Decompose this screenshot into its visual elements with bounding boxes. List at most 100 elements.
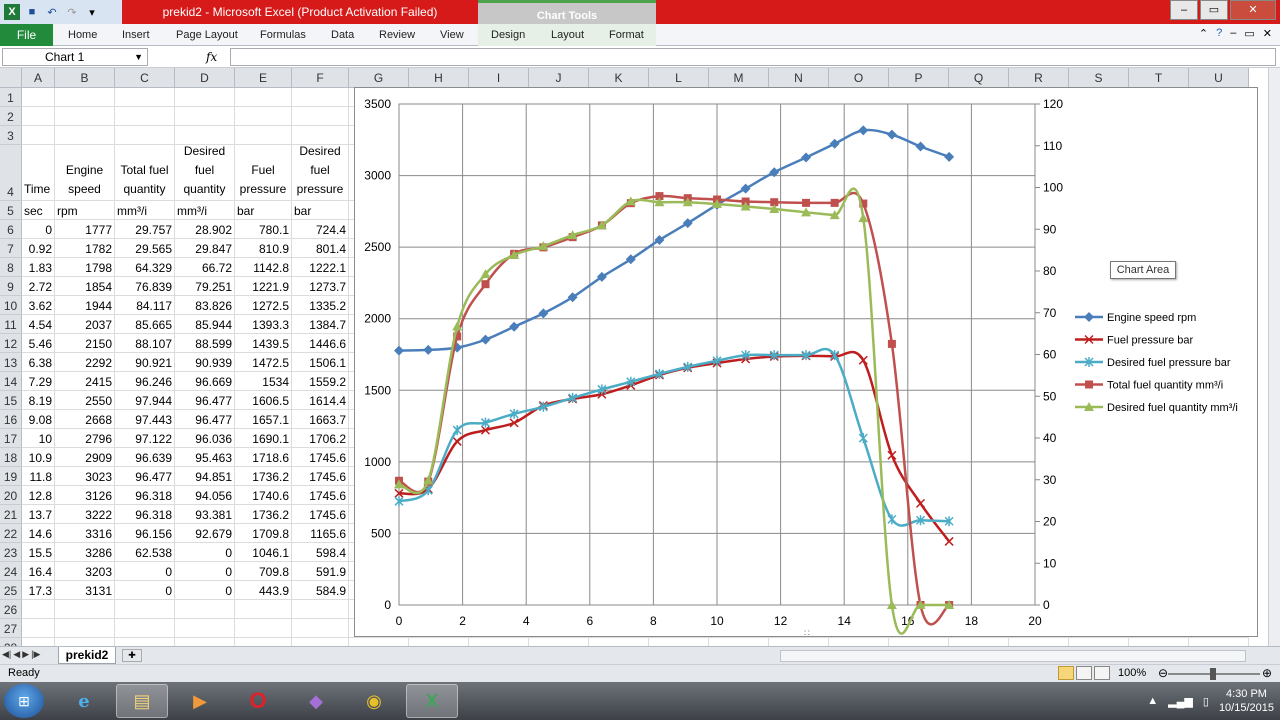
row-header-18[interactable]: 18 (0, 448, 22, 467)
cell-e12[interactable]: 1439.5 (235, 334, 292, 353)
cell-e23[interactable]: 1046.1 (235, 543, 292, 562)
page-break-view-button[interactable] (1094, 666, 1110, 680)
cell-d27[interactable] (175, 619, 235, 638)
chevron-down-icon[interactable]: ▼ (134, 49, 143, 65)
column-header-g[interactable]: G (349, 68, 409, 88)
cell-e2[interactable] (235, 107, 292, 126)
cell-f22[interactable]: 1165.6 (292, 524, 349, 543)
cell-a27[interactable] (22, 619, 55, 638)
cell-e15[interactable]: 1606.5 (235, 391, 292, 410)
cell-f19[interactable]: 1745.6 (292, 467, 349, 486)
cell-c7[interactable]: 29.565 (115, 239, 175, 258)
opera-icon[interactable]: O (232, 684, 284, 718)
column-header-l[interactable]: L (649, 68, 709, 88)
cell-c4[interactable]: Total fuel quantity (115, 145, 175, 201)
cell-f15[interactable]: 1614.4 (292, 391, 349, 410)
cell-c17[interactable]: 97.122 (115, 429, 175, 448)
column-header-n[interactable]: N (769, 68, 829, 88)
cell-f20[interactable]: 1745.6 (292, 486, 349, 505)
normal-view-button[interactable] (1058, 666, 1074, 680)
cell-b25[interactable]: 3131 (55, 581, 115, 600)
zoom-level[interactable]: 100% (1118, 667, 1146, 679)
name-box[interactable]: Chart 1 ▼ (2, 48, 148, 66)
cell-c13[interactable]: 90.921 (115, 353, 175, 372)
cell-e14[interactable]: 1534 (235, 372, 292, 391)
prev-sheet-icon[interactable]: ◀ (13, 649, 20, 660)
cell-e4[interactable]: Fuel pressure (235, 145, 292, 201)
cell-c2[interactable] (115, 107, 175, 126)
cell-a3[interactable] (22, 126, 55, 145)
cell-c19[interactable]: 96.477 (115, 467, 175, 486)
cell-e10[interactable]: 1272.5 (235, 296, 292, 315)
column-header-a[interactable]: A (22, 68, 55, 88)
cell-d18[interactable]: 95.463 (175, 448, 235, 467)
cell-d15[interactable]: 96.477 (175, 391, 235, 410)
cell-a5[interactable]: sec (22, 201, 55, 220)
column-header-s[interactable]: S (1069, 68, 1129, 88)
cell-c11[interactable]: 85.665 (115, 315, 175, 334)
horizontal-scrollbar[interactable] (780, 650, 1246, 662)
row-header-16[interactable]: 16 (0, 410, 22, 429)
cell-b16[interactable]: 2668 (55, 410, 115, 429)
cell-a13[interactable]: 6.38 (22, 353, 55, 372)
cell-b1[interactable] (55, 88, 115, 107)
cell-s28[interactable] (1069, 638, 1129, 646)
cell-a28[interactable] (22, 638, 55, 646)
network-icon[interactable]: ▂▄▆ (1168, 695, 1193, 708)
cell-f24[interactable]: 591.9 (292, 562, 349, 581)
cell-d5[interactable]: mm³/i (175, 201, 235, 220)
cell-d8[interactable]: 66.72 (175, 258, 235, 277)
cell-d12[interactable]: 88.599 (175, 334, 235, 353)
cell-f27[interactable] (292, 619, 349, 638)
cell-f8[interactable]: 1222.1 (292, 258, 349, 277)
excel-taskbar-icon[interactable]: X (406, 684, 458, 718)
row-header-13[interactable]: 13 (0, 353, 22, 372)
cell-o28[interactable] (829, 638, 889, 646)
cell-e27[interactable] (235, 619, 292, 638)
cell-b12[interactable]: 2150 (55, 334, 115, 353)
cell-d14[interactable]: 96.669 (175, 372, 235, 391)
cell-g28[interactable] (349, 638, 409, 646)
cell-f17[interactable]: 1706.2 (292, 429, 349, 448)
cell-e9[interactable]: 1221.9 (235, 277, 292, 296)
row-header-9[interactable]: 9 (0, 277, 22, 296)
cell-d1[interactable] (175, 88, 235, 107)
row-header-14[interactable]: 14 (0, 372, 22, 391)
cell-e25[interactable]: 443.9 (235, 581, 292, 600)
cell-c1[interactable] (115, 88, 175, 107)
cell-f6[interactable]: 724.4 (292, 220, 349, 239)
zoom-slider[interactable]: ⊖ ⊕ (1158, 666, 1272, 680)
clock[interactable]: 4:30 PM 10/15/2015 (1219, 687, 1274, 715)
row-header-25[interactable]: 25 (0, 581, 22, 600)
column-header-r[interactable]: R (1009, 68, 1069, 88)
cell-f18[interactable]: 1745.6 (292, 448, 349, 467)
cell-c20[interactable]: 96.318 (115, 486, 175, 505)
cell-f1[interactable] (292, 88, 349, 107)
cell-p28[interactable] (889, 638, 949, 646)
visual-studio-icon[interactable]: ◆ (290, 684, 342, 718)
row-header-5[interactable]: 5 (0, 201, 22, 220)
cell-c25[interactable]: 0 (115, 581, 175, 600)
row-header-17[interactable]: 17 (0, 429, 22, 448)
cell-f25[interactable]: 584.9 (292, 581, 349, 600)
cell-b3[interactable] (55, 126, 115, 145)
cell-f10[interactable]: 1335.2 (292, 296, 349, 315)
cell-k28[interactable] (589, 638, 649, 646)
insert-sheet-icon[interactable]: ✚ (122, 649, 142, 662)
cell-a22[interactable]: 14.6 (22, 524, 55, 543)
cell-f13[interactable]: 1506.1 (292, 353, 349, 372)
help-icon[interactable]: ? (1216, 27, 1222, 40)
cell-c5[interactable]: mm³/i (115, 201, 175, 220)
cell-d4[interactable]: Desired fuel quantity (175, 145, 235, 201)
cell-r28[interactable] (1009, 638, 1069, 646)
row-header-27[interactable]: 27 (0, 619, 22, 638)
tab-view[interactable]: View (440, 24, 464, 46)
chart-area[interactable]: 0 2 4 6 8 10 12 14 16 18 20 0 500 1000 1500 2000 2500 300… (354, 87, 1258, 638)
row-header-24[interactable]: 24 (0, 562, 22, 581)
cell-b11[interactable]: 2037 (55, 315, 115, 334)
tab-home[interactable]: Home (68, 24, 97, 46)
cell-c23[interactable]: 62.538 (115, 543, 175, 562)
sheet-tab-prekid2[interactable]: prekid2 (58, 647, 116, 664)
cell-a7[interactable]: 0.92 (22, 239, 55, 258)
cell-e7[interactable]: 810.9 (235, 239, 292, 258)
